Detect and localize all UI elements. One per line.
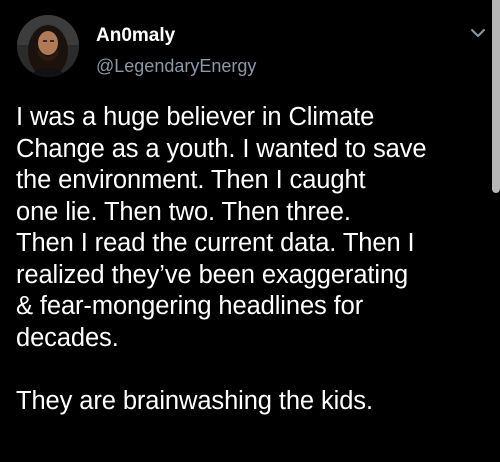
- tweet-text-line: one lie. Then two. Then three.: [16, 197, 351, 226]
- paragraph-break: [16, 354, 486, 386]
- display-name[interactable]: An0maly: [96, 25, 175, 47]
- tweet-text-line: & fear-mongering headlines for: [16, 292, 364, 320]
- tweet-text-line: Then I read the current data. Then I: [16, 229, 415, 257]
- tweet-text-line: the environment. Then I caught: [16, 166, 366, 194]
- chevron-down-icon[interactable]: [470, 26, 486, 38]
- tweet-text-closing-line: They are brainwashing the kids.: [16, 387, 373, 415]
- tweet: An0maly @LegendaryEnergy I was a huge be…: [0, 0, 500, 462]
- tweet-text: I was a huge believer in Climate Change …: [16, 102, 486, 418]
- user-handle[interactable]: @LegendaryEnergy: [96, 56, 256, 77]
- tweet-text-line: realized they’ve been exaggerating: [16, 260, 409, 289]
- scrollbar[interactable]: [492, 0, 500, 193]
- tweet-text-line: I was a huge believer in Climate: [16, 103, 375, 131]
- tweet-text-line: Change as a youth. I wanted to save: [16, 134, 427, 163]
- profile-photo-icon: [17, 15, 79, 77]
- tweet-text-line: decades.: [16, 323, 119, 352]
- avatar[interactable]: [17, 15, 79, 77]
